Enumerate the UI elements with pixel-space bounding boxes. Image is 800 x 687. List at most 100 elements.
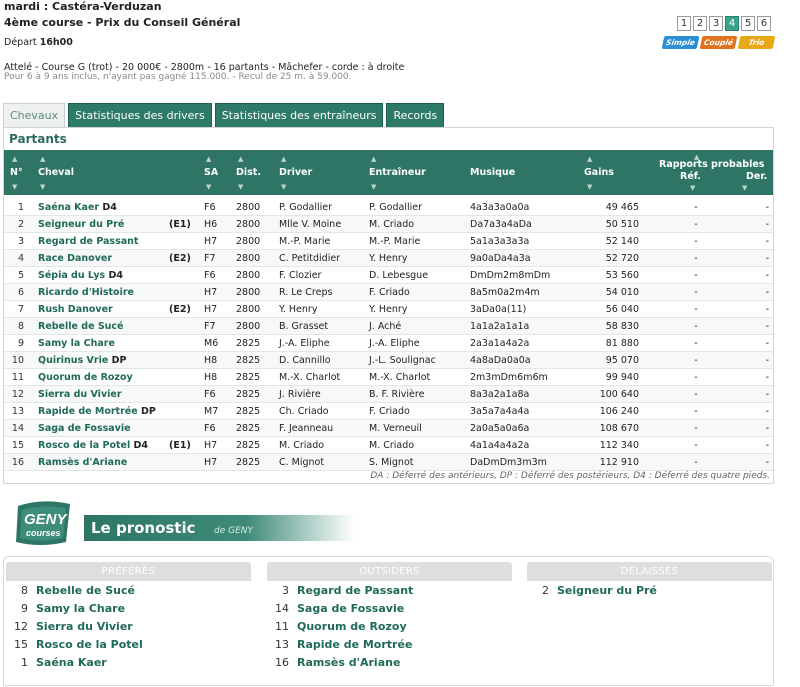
runner-musique: 8a5m0a2m4m: [470, 287, 540, 298]
runner-driver[interactable]: R. Le Creps: [279, 287, 332, 298]
runner-trainer[interactable]: Y. Henry: [369, 253, 407, 264]
runner-name[interactable]: Rebelle de Sucé: [38, 321, 124, 332]
col-sa[interactable]: SA: [204, 167, 218, 178]
runner-driver[interactable]: Mlle V. Moine: [279, 219, 341, 230]
col-num[interactable]: N°: [10, 167, 23, 178]
col-ref[interactable]: Réf.: [680, 171, 701, 182]
runner-name[interactable]: Ricardo d'Histoire: [38, 287, 134, 298]
runner-driver[interactable]: M.-X. Charlot: [279, 372, 340, 383]
runner-name[interactable]: Quirinus Vrie DP: [38, 355, 126, 366]
bet-type-trio[interactable]: Trio: [737, 36, 776, 49]
sort-down-icon[interactable]: ▼: [238, 183, 243, 191]
runner-trainer[interactable]: Y. Henry: [369, 304, 407, 315]
sort-down-icon[interactable]: ▼: [40, 183, 45, 191]
bet-type-couplé[interactable]: Couplé: [699, 36, 738, 49]
runner-driver[interactable]: M.-P. Marie: [279, 236, 330, 247]
runner-trainer[interactable]: J.-A. Eliphe: [369, 338, 420, 349]
runner-name[interactable]: Race Danover: [38, 253, 112, 264]
runner-driver[interactable]: F. Clozier: [279, 270, 321, 281]
runner-trainer[interactable]: S. Mignot: [369, 457, 414, 468]
pronostic-item-name[interactable]: Quorum de Rozoy: [297, 620, 407, 633]
runner-trainer[interactable]: P. Godallier: [369, 202, 422, 213]
runner-name[interactable]: Saéna Kaer D4: [38, 202, 117, 213]
runner-trainer[interactable]: M.-P. Marie: [369, 236, 420, 247]
runner-name[interactable]: Rapide de Mortrée DP: [38, 406, 156, 417]
runner-name[interactable]: Rush Danover: [38, 304, 113, 315]
col-entraineur[interactable]: Entraîneur: [369, 167, 426, 178]
sort-up-icon[interactable]: ▲: [587, 155, 592, 163]
sort-down-icon[interactable]: ▼: [587, 183, 592, 191]
runner-name[interactable]: Saga de Fossavie: [38, 423, 131, 434]
runner-trainer[interactable]: J. Aché: [369, 321, 401, 332]
pronostic-item-name[interactable]: Rebelle de Sucé: [36, 584, 135, 597]
sort-down-icon[interactable]: ▼: [281, 183, 286, 191]
runner-trainer[interactable]: M. Criado: [369, 219, 414, 230]
pronostic-item-name[interactable]: Samy la Chare: [36, 602, 125, 615]
runner-name[interactable]: Ramsès d'Ariane: [38, 457, 127, 468]
sort-up-icon[interactable]: ▲: [206, 155, 211, 163]
pronostic-item-name[interactable]: Rapide de Mortrée: [297, 638, 412, 651]
race-number-3[interactable]: 3: [709, 16, 723, 31]
runner-driver[interactable]: P. Godallier: [279, 202, 332, 213]
pronostic-item-name[interactable]: Sierra du Vivier: [36, 620, 133, 633]
runner-name[interactable]: Rosco de la Potel D4: [38, 440, 148, 451]
col-dist[interactable]: Dist.: [236, 167, 261, 178]
tab-0[interactable]: Chevaux: [3, 103, 66, 127]
sort-down-icon[interactable]: ▼: [371, 183, 376, 191]
runner-trainer[interactable]: B. F. Rivière: [369, 389, 424, 400]
runner-trainer[interactable]: F. Criado: [369, 406, 410, 417]
sort-up-icon[interactable]: ▲: [238, 155, 243, 163]
runner-driver[interactable]: Y. Henry: [279, 304, 317, 315]
sort-down-icon[interactable]: ▼: [12, 183, 17, 191]
runner-name[interactable]: Seigneur du Pré: [38, 219, 124, 230]
runner-driver[interactable]: Ch. Criado: [279, 406, 329, 417]
race-number-4[interactable]: 4: [725, 16, 739, 31]
runner-name[interactable]: Sierra du Vivier: [38, 389, 122, 400]
runner-trainer[interactable]: F. Criado: [369, 287, 410, 298]
sort-up-icon[interactable]: ▲: [40, 155, 45, 163]
race-number-5[interactable]: 5: [741, 16, 755, 31]
bet-type-simple[interactable]: Simple: [661, 36, 700, 49]
sort-up-icon[interactable]: ▲: [371, 155, 376, 163]
runner-driver[interactable]: J.-A. Eliphe: [279, 338, 330, 349]
runner-trainer[interactable]: M. Criado: [369, 440, 414, 451]
pronostic-item-name[interactable]: Ramsès d'Ariane: [297, 656, 400, 669]
race-number-6[interactable]: 6: [757, 16, 771, 31]
pronostic-item-name[interactable]: Regard de Passant: [297, 584, 413, 597]
runner-driver[interactable]: M. Criado: [279, 440, 324, 451]
race-number-1[interactable]: 1: [677, 16, 691, 31]
pronostic-item-name[interactable]: Seigneur du Pré: [557, 584, 657, 597]
sort-up-icon[interactable]: ▲: [281, 155, 286, 163]
runner-name[interactable]: Sépia du Lys D4: [38, 270, 123, 281]
runner-driver[interactable]: C. Mignot: [279, 457, 324, 468]
runner-name[interactable]: Quorum de Rozoy: [38, 372, 133, 383]
runner-driver[interactable]: F. Jeanneau: [279, 423, 333, 434]
pronostic-item-name[interactable]: Saéna Kaer: [36, 656, 107, 669]
runner-trainer[interactable]: M. Verneuil: [369, 423, 422, 434]
sort-down-icon[interactable]: ▼: [690, 184, 695, 192]
runner-name[interactable]: Regard de Passant: [38, 236, 138, 247]
runner-driver[interactable]: C. Petitdidier: [279, 253, 340, 264]
runner-name[interactable]: Samy la Chare: [38, 338, 115, 349]
runner-trainer[interactable]: D. Lebesgue: [369, 270, 428, 281]
tab-1[interactable]: Statistiques des drivers: [68, 103, 212, 127]
tab-3[interactable]: Records: [386, 103, 445, 127]
col-der[interactable]: Der.: [746, 171, 767, 182]
runner-musique: 4a8aDa0a0a: [470, 355, 531, 366]
pronostic-item-name[interactable]: Rosco de la Potel: [36, 638, 143, 651]
runner-driver[interactable]: B. Grasset: [279, 321, 328, 332]
sort-down-icon[interactable]: ▼: [206, 183, 211, 191]
col-gains[interactable]: Gains: [584, 167, 614, 178]
runner-driver[interactable]: D. Cannillo: [279, 355, 331, 366]
geny-logo[interactable]: GENY courses: [12, 498, 74, 548]
runner-trainer[interactable]: M.-X. Charlot: [369, 372, 430, 383]
sort-up-icon[interactable]: ▲: [12, 155, 17, 163]
sort-down-icon[interactable]: ▼: [742, 184, 747, 192]
pronostic-item-name[interactable]: Saga de Fossavie: [297, 602, 404, 615]
col-cheval[interactable]: Cheval: [38, 167, 74, 178]
race-number-2[interactable]: 2: [693, 16, 707, 31]
col-driver[interactable]: Driver: [279, 167, 312, 178]
runner-trainer[interactable]: J.-L. Soulignac: [369, 355, 436, 366]
runner-driver[interactable]: J. Rivière: [279, 389, 321, 400]
tab-2[interactable]: Statistiques des entraîneurs: [214, 103, 384, 127]
